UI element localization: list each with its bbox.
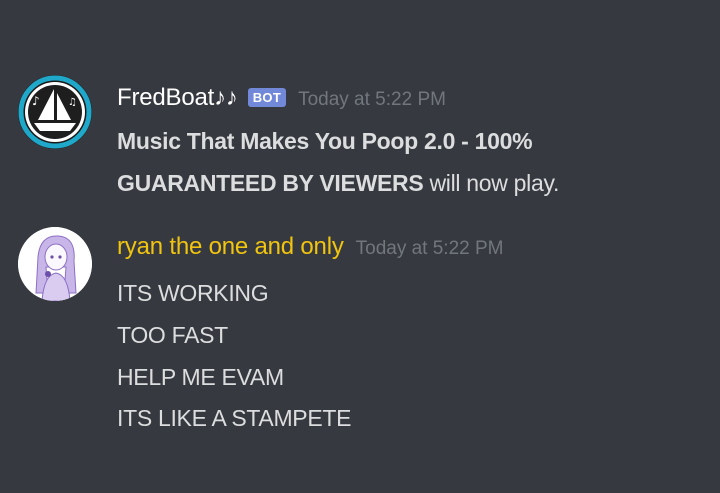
message-content-line: TOO FAST [117, 322, 228, 348]
message-content-line: HELP ME EVAM [117, 364, 284, 390]
message-content-line: ITS LIKE A STAMPETE [117, 405, 352, 431]
chat-messages: ♪ ♫ FredBoat♪♪ BOT Today at 5:22 PM Musi… [0, 0, 720, 493]
message-header: ryan the one and only Today at 5:22 PM [117, 233, 504, 261]
message-ryan: ryan the one and only Today at 5:22 PM I… [0, 0, 720, 493]
message-content-line: ITS WORKING [117, 280, 269, 306]
username[interactable]: ryan the one and only [117, 233, 344, 261]
anime-girl-avatar [18, 227, 92, 301]
timestamp[interactable]: Today at 5:22 PM [356, 238, 504, 260]
user-avatar[interactable] [18, 227, 92, 301]
